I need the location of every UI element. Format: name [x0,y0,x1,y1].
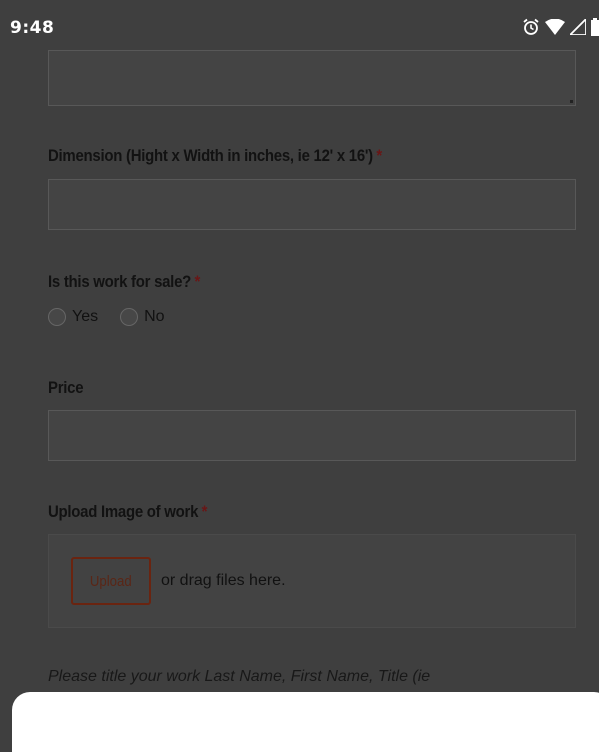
radio-no[interactable] [120,308,139,326]
radio-yes[interactable] [48,308,66,326]
dimension-label: Dimension (Hight x Width in inches, ie 1… [48,146,382,165]
cellular-signal-icon [570,19,586,35]
price-input[interactable] [48,410,576,461]
required-mark: * [194,272,201,291]
price-label: Price [48,378,84,397]
wifi-icon [545,19,565,35]
radio-no-label[interactable]: No [144,308,164,326]
radio-yes-label[interactable]: Yes [72,308,98,326]
upload-button[interactable]: Upload [71,557,151,605]
upload-dropzone[interactable]: Upload or drag files here. [48,534,576,628]
required-mark: * [201,502,208,521]
for-sale-radio-group: Yes No [48,308,187,326]
for-sale-label: Is this work for sale? * [48,272,201,291]
status-bar: 9:48 [0,0,599,50]
textarea-field[interactable] [48,50,576,106]
alarm-icon [522,18,540,36]
bottom-sheet[interactable] [12,692,599,752]
status-icons [522,17,599,37]
title-instructions: Please title your work Last Name, First … [48,668,431,685]
required-mark: * [376,146,382,165]
status-time: 9:48 [10,18,55,38]
dimension-input[interactable] [48,179,576,230]
battery-icon [591,18,599,36]
upload-label: Upload Image of work * [48,502,208,521]
resize-handle[interactable] [570,100,573,103]
upload-hint: or drag files here. [161,572,286,589]
